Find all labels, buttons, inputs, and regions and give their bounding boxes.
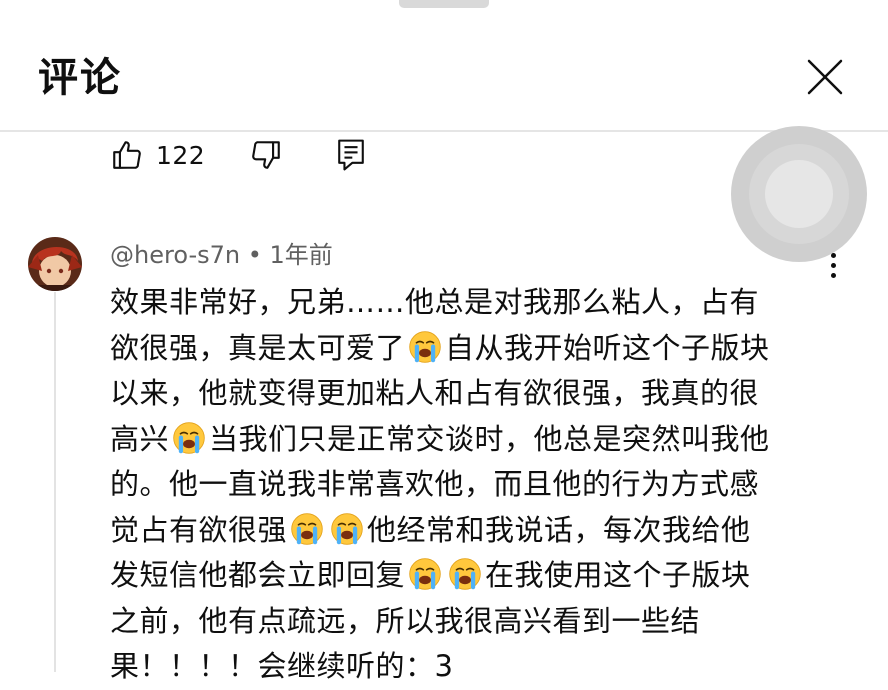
- reply-icon: [338, 139, 365, 171]
- comment-text-segment: 自从我开始听这个子版块: [445, 330, 770, 365]
- comment-text-segment: 他经常和我说话，每次我给他: [367, 512, 751, 547]
- comment-text-segment: 的。他一直说我非常喜欢他，而且他的行为方式感: [110, 467, 760, 501]
- comment-text-segment: 果！！！！会继续听的：3: [110, 649, 454, 683]
- drag-handle[interactable]: [399, 0, 489, 8]
- comment-line: 之前，他有点疏远，所以我很高兴看到一些结: [110, 599, 840, 645]
- crying-emoji-icon: [291, 512, 323, 545]
- comment-line: 觉占有欲很强 他经常和我说话，每次我给他: [110, 508, 840, 554]
- comment-text-segment: 觉占有欲很强: [110, 512, 288, 547]
- dislike-button[interactable]: [249, 138, 283, 172]
- header-divider: [0, 130, 888, 132]
- crying-emoji-icon: [409, 330, 441, 363]
- comment-text-segment: 欲很强，真是太可爱了: [110, 330, 406, 365]
- comment-line: 欲很强，真是太可爱了 自从我开始听这个子版块: [110, 326, 840, 372]
- comment-text-segment: 在我使用这个子版块: [485, 558, 751, 592]
- meta-separator: •: [247, 241, 262, 269]
- more-dot: [830, 252, 836, 258]
- comment-line: 高兴 当我们只是正常交谈时，他总是突然叫我他: [110, 417, 840, 463]
- comment-line: 以来，他就变得更加粘人和占有欲很强，我真的很: [110, 371, 840, 417]
- touch-ripple: [731, 126, 867, 262]
- previous-comment-actions: 122: [110, 134, 367, 176]
- like-count: 122: [156, 140, 206, 170]
- comment-line: 果！！！！会继续听的：3: [110, 644, 840, 690]
- close-button[interactable]: [800, 52, 850, 102]
- comment-text-segment: 高兴: [110, 421, 170, 456]
- thumbs-down-icon: [252, 141, 281, 169]
- author-name[interactable]: @hero-s7n: [110, 241, 240, 269]
- comment-line: 的。他一直说我非常喜欢他，而且他的行为方式感: [110, 462, 840, 508]
- close-icon: [807, 59, 843, 95]
- panel-title: 评论: [38, 55, 122, 101]
- crying-emoji-icon: [409, 558, 441, 590]
- avatar[interactable]: [28, 237, 82, 291]
- thread-line: [54, 292, 56, 672]
- like-button[interactable]: 122: [110, 138, 205, 172]
- comment-line: 效果非常好，兄弟……他总是对我那么粘人，占有: [110, 280, 840, 326]
- comment-text-segment: 之前，他有点疏远，所以我很高兴看到一些结: [110, 603, 701, 638]
- comment-text-segment: 以来，他就变得更加粘人和占有欲很强，我真的很: [110, 376, 760, 410]
- comment-text: 效果非常好，兄弟……他总是对我那么粘人，占有 欲很强，真是太可爱了 自从我开始听这个…: [110, 280, 840, 690]
- comment-text-segment: 效果非常好，兄弟……他总是对我那么粘人，占有: [110, 285, 760, 319]
- comment-text-segment: 当我们只是正常交谈时，他总是突然叫我他: [209, 421, 770, 456]
- thumbs-up-icon: [113, 141, 141, 169]
- crying-emoji-icon: [331, 512, 363, 545]
- more-dot: [830, 272, 836, 278]
- comment-line: 发短信他都会立即回复 在我使用这个子版块: [110, 553, 840, 599]
- reply-button[interactable]: [335, 138, 367, 172]
- more-options-button[interactable]: [820, 248, 846, 282]
- crying-emoji-icon: [173, 421, 205, 454]
- comment-time: 1年前: [269, 241, 333, 269]
- more-dot: [830, 262, 836, 268]
- comment-header: @hero-s7n • 1年前: [110, 238, 333, 272]
- crying-emoji-icon: [449, 558, 481, 590]
- comment-text-segment: 发短信他都会立即回复: [110, 558, 406, 592]
